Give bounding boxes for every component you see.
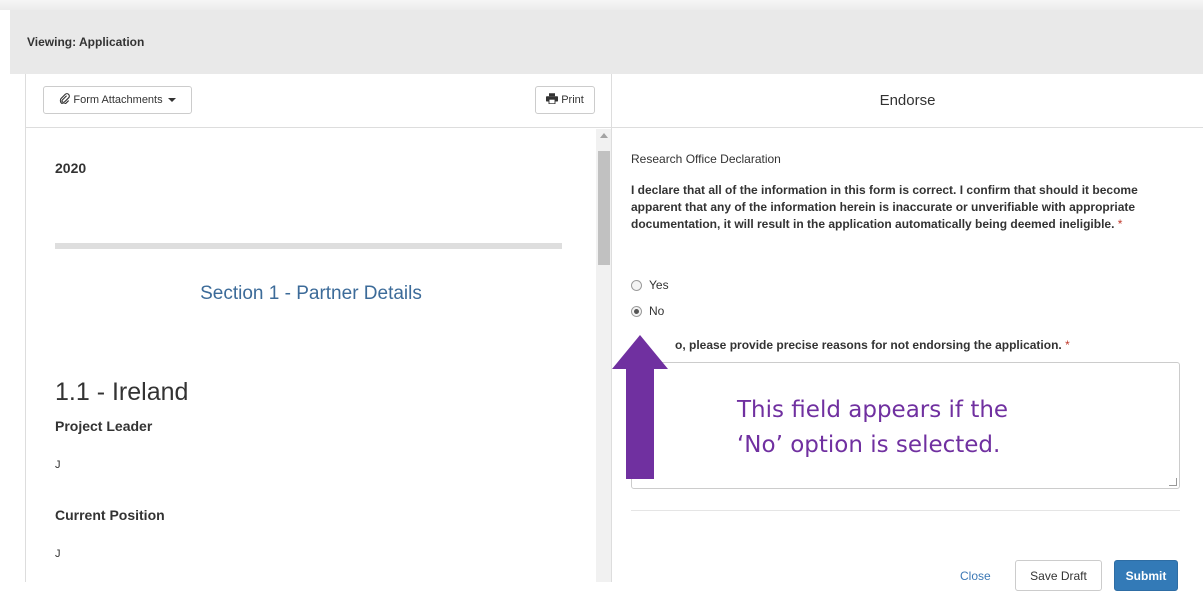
form-preview: 2020 Section 1 - Partner Details 1.1 - I… (26, 129, 596, 582)
submit-button[interactable]: Submit (1114, 560, 1178, 591)
annotation-line-1: This field appears if the (737, 397, 1009, 423)
resize-handle-icon[interactable] (1169, 478, 1177, 486)
option-no[interactable]: No (631, 304, 664, 318)
option-no-label[interactable]: No (649, 304, 664, 318)
form-year: 2020 (55, 160, 87, 176)
annotation-arrow-icon (612, 335, 668, 479)
section-title: Section 1 - Partner Details (200, 283, 422, 304)
endorse-panel: Endorse Research Office Declaration I de… (612, 74, 1203, 591)
annotation-line-2: ‘No’ option is selected. (737, 432, 1001, 458)
radio-no[interactable] (631, 305, 642, 317)
option-yes-label[interactable]: Yes (649, 278, 669, 292)
declaration-title: Research Office Declaration (631, 152, 781, 166)
chevron-down-icon (167, 98, 176, 102)
annotation-callout: This field appears if the ‘No’ option is… (737, 393, 1008, 463)
viewer-toolbar: Form Attachments Print (26, 74, 612, 128)
footer-divider (631, 510, 1180, 511)
save-draft-button[interactable]: Save Draft (1015, 560, 1102, 591)
declaration-text: I declare that all of the information in… (631, 182, 1191, 233)
scroll-up-arrow-icon[interactable] (600, 133, 608, 138)
radio-yes[interactable] (631, 279, 642, 291)
close-link[interactable]: Close (960, 569, 991, 583)
required-marker: * (1117, 217, 1123, 231)
application-viewer-panel: Form Attachments Print 2020 Section 1 - … (25, 74, 612, 582)
current-position-label: Current Position (55, 507, 165, 523)
current-position-value: J (55, 548, 61, 560)
window-top-edge (0, 0, 1203, 10)
declaration-body: I declare that all of the information in… (631, 183, 1138, 231)
project-leader-value: J (55, 459, 61, 471)
endorse-title: Endorse (612, 74, 1203, 128)
section-divider (55, 243, 562, 249)
scrollbar-thumb[interactable] (598, 151, 610, 265)
reason-label: o, please provide precise reasons for no… (631, 338, 1070, 352)
subsection-title: 1.1 - Ireland (55, 378, 189, 406)
modal-title: Viewing: Application (27, 35, 145, 49)
modal-header: Viewing: Application (10, 10, 1203, 74)
print-button[interactable]: Print (535, 86, 595, 114)
reason-label-text: o, please provide precise reasons for no… (675, 338, 1062, 352)
printer-icon (546, 93, 559, 107)
project-leader-label: Project Leader (55, 418, 153, 434)
form-attachments-label: Form Attachments (73, 94, 163, 106)
print-label: Print (561, 94, 584, 106)
paperclip-icon (59, 93, 71, 107)
reason-required-marker: * (1065, 338, 1070, 352)
form-attachments-button[interactable]: Form Attachments (43, 86, 192, 114)
option-yes[interactable]: Yes (631, 278, 669, 292)
